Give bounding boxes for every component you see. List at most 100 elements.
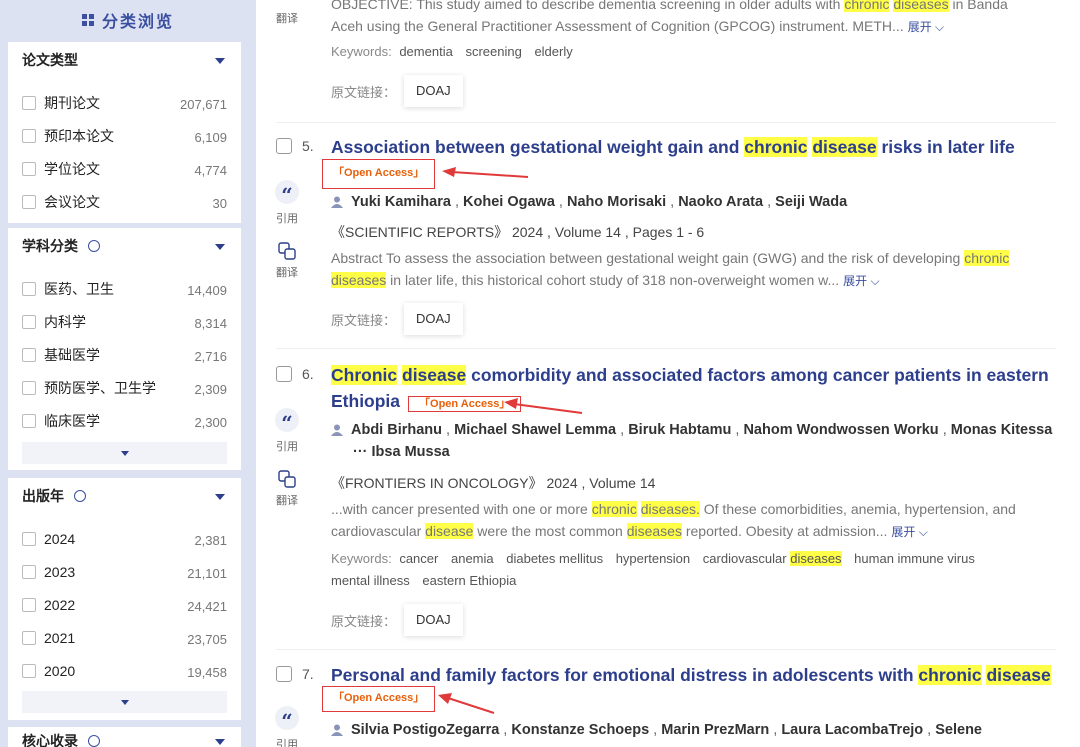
more-authors-icon[interactable]: ··· (353, 444, 368, 460)
search-icon[interactable] (88, 735, 100, 747)
checkbox[interactable] (22, 194, 36, 209)
quote-icon: “ (275, 706, 299, 733)
author-link[interactable]: Nahom Wondwossen Worku (743, 422, 938, 438)
caret-down-icon[interactable] (215, 58, 225, 64)
result-abstract: Abstract To assess the association betwe… (331, 250, 1010, 288)
keyword-tag[interactable]: mental illness (331, 573, 410, 588)
person-icon (331, 724, 343, 736)
checkbox[interactable] (22, 413, 36, 428)
divider (276, 649, 1056, 650)
caret-down-icon (120, 450, 129, 456)
source-link-row: 原文链接： DOAJ (331, 604, 463, 636)
author-link[interactable]: Kohei Ogawa (463, 194, 555, 210)
keyword-tag[interactable]: elderly (534, 44, 572, 59)
translate-action[interactable]: 翻译 (274, 470, 300, 508)
facet-option[interactable]: 期刊论文 207,671 (8, 86, 241, 119)
author-link[interactable]: Selene (935, 722, 982, 738)
keyword-tag[interactable]: hypertension (616, 551, 690, 566)
facet-option[interactable]: 2024 2,381 (8, 522, 241, 555)
author-link[interactable]: Biruk Habtamu (628, 422, 731, 438)
cite-action[interactable]: “ 引用 (274, 180, 300, 226)
author-link[interactable]: Naoko Arata (678, 194, 763, 210)
keyword-tag[interactable]: eastern Ethiopia (422, 573, 516, 588)
result-title[interactable]: Association between gestational weight g… (331, 134, 1015, 160)
checkbox[interactable] (22, 347, 36, 362)
facet-header-year[interactable]: 出版年 (8, 478, 241, 514)
expand-link[interactable]: 展开 ⌵ (908, 20, 944, 34)
author-link[interactable]: Ibsa Mussa (372, 444, 450, 460)
keyword-tag[interactable]: diabetes mellitus (506, 551, 603, 566)
facet-option[interactable]: 基础医学 2,716 (8, 338, 241, 371)
category-sidebar: 分类浏览 论文类型 期刊论文 207,671 预印本论文 6,109 学位论文 4,7… (0, 0, 256, 747)
facet-option[interactable]: 预印本论文 6,109 (8, 119, 241, 152)
caret-down-icon[interactable] (215, 739, 225, 745)
translate-action[interactable]: 翻译 (274, 0, 300, 26)
author-link[interactable]: Michael Shawel Lemma (454, 422, 616, 438)
expand-link[interactable]: 展开 ⌵ (843, 274, 879, 288)
checkbox[interactable] (22, 281, 36, 296)
keyword-tag[interactable]: cardiovascular diseases (703, 551, 842, 566)
facet-option[interactable]: 内科学 8,314 (8, 305, 241, 338)
facet-header-subject[interactable]: 学科分类 (8, 228, 241, 264)
result-checkbox[interactable] (276, 138, 292, 154)
checkbox[interactable] (22, 95, 36, 110)
checkbox[interactable] (22, 564, 36, 579)
author-link[interactable]: Naho Morisaki (567, 194, 666, 210)
facet-option[interactable]: 会议论文 30 (8, 185, 241, 218)
result-title[interactable]: Personal and family factors for emotiona… (331, 662, 1051, 688)
author-link[interactable]: Laura LacombaTrejo (781, 722, 923, 738)
facet-option[interactable]: 医药、卫生 14,409 (8, 272, 241, 305)
author-link[interactable]: Monas Kitessa (951, 422, 1053, 438)
keyword-tag[interactable]: cancer (399, 551, 438, 566)
keyword-tag[interactable]: human immune virus (854, 551, 975, 566)
author-link[interactable]: Marin PrezMarn (661, 722, 769, 738)
doaj-link-button[interactable]: DOAJ (404, 75, 463, 107)
checkbox[interactable] (22, 663, 36, 678)
checkbox[interactable] (22, 531, 36, 546)
search-icon[interactable] (74, 490, 86, 502)
author-link[interactable]: Seiji Wada (775, 194, 847, 210)
facet-option[interactable]: 临床医学 2,300 (8, 404, 241, 437)
show-more-button[interactable] (22, 691, 227, 713)
facet-panel-core-index: 核心收录 (8, 727, 241, 747)
keyword-tag[interactable]: dementia (399, 44, 452, 59)
result-checkbox[interactable] (276, 366, 292, 382)
facet-header-paper-type[interactable]: 论文类型 (8, 42, 241, 78)
checkbox[interactable] (22, 314, 36, 329)
facet-panel-subject: 学科分类 医药、卫生 14,409 内科学 8,314 基础医学 2,716 预防医学… (8, 228, 241, 470)
result-source: 《FRONTIERS IN ONCOLOGY》 2024 , Volume 14 (331, 475, 656, 491)
caret-down-icon[interactable] (215, 244, 225, 250)
facet-option[interactable]: 2023 21,101 (8, 555, 241, 588)
doaj-link-button[interactable]: DOAJ (404, 604, 463, 636)
cite-action[interactable]: “ 引用 (274, 408, 300, 454)
keyword-tag[interactable]: screening (465, 44, 521, 59)
checkbox[interactable] (22, 630, 36, 645)
checkbox[interactable] (22, 161, 36, 176)
keyword-tag[interactable]: anemia (451, 551, 494, 566)
result-title[interactable]: Chronic disease comorbidity and associat… (331, 362, 1051, 417)
caret-down-icon (120, 699, 129, 705)
doaj-link-button[interactable]: DOAJ (404, 303, 463, 335)
facet-option[interactable]: 预防医学、卫生学 2,309 (8, 371, 241, 404)
author-link[interactable]: Silvia PostigoZegarra (351, 722, 499, 738)
cite-action[interactable]: “ 引用 (274, 706, 300, 747)
search-icon[interactable] (88, 240, 100, 252)
checkbox[interactable] (22, 128, 36, 143)
facet-option[interactable]: 学位论文 4,774 (8, 152, 241, 185)
author-link[interactable]: Konstanze Schoeps (511, 722, 649, 738)
author-link[interactable]: Abdi Birhanu (351, 422, 442, 438)
author-link[interactable]: Yuki Kamihara (351, 194, 451, 210)
checkbox[interactable] (22, 380, 36, 395)
expand-link[interactable]: 展开 ⌵ (891, 525, 927, 539)
translate-action[interactable]: 翻译 (274, 242, 300, 280)
facet-option[interactable]: 2022 24,421 (8, 588, 241, 621)
facet-option[interactable]: 2021 23,705 (8, 621, 241, 654)
show-more-button[interactable] (22, 442, 227, 464)
result-authors: Abdi Birhanu , Michael Shawel Lemma , Bi… (331, 419, 1061, 463)
results-list: 翻译 OBJECTIVE: This study aimed to descri… (256, 0, 1080, 747)
facet-option[interactable]: 2020 19,458 (8, 654, 241, 687)
facet-header-core-index[interactable]: 核心收录 (8, 727, 241, 747)
checkbox[interactable] (22, 597, 36, 612)
caret-down-icon[interactable] (215, 494, 225, 500)
result-checkbox[interactable] (276, 666, 292, 682)
